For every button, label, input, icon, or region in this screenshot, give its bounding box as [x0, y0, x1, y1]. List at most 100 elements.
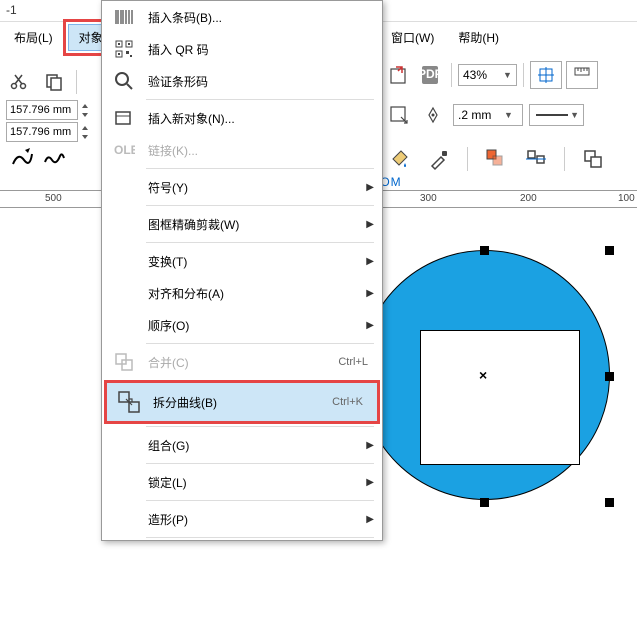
- transparency-icon[interactable]: [482, 145, 510, 173]
- menu-separator: [146, 463, 374, 464]
- menu-separator: [146, 99, 374, 100]
- object-icon: [106, 102, 142, 134]
- menu-powerclip[interactable]: 图框精确剪裁(W) ▶: [102, 208, 382, 240]
- menu-validate-barcode[interactable]: 验证条形码: [102, 65, 382, 97]
- menu-label: 造形(P): [142, 511, 366, 528]
- menu-layout[interactable]: 布局(L): [4, 25, 63, 50]
- menu-insert-qr[interactable]: 插入 QR 码: [102, 33, 382, 65]
- selection-handle[interactable]: [605, 498, 614, 507]
- snap-icon[interactable]: [530, 61, 562, 89]
- menu-separator: [146, 500, 374, 501]
- submenu-arrow-icon: ▶: [366, 320, 374, 331]
- break-apart-icon: [111, 386, 147, 418]
- menu-break-highlight: 拆分曲线(B) Ctrl+K: [104, 380, 380, 424]
- fill-bucket-icon[interactable]: [385, 145, 413, 173]
- menu-shaping[interactable]: 造形(P) ▶: [102, 503, 382, 535]
- coord-x-input[interactable]: [6, 100, 78, 120]
- menu-separator: [146, 343, 374, 344]
- submenu-arrow-icon: ▶: [366, 182, 374, 193]
- menu-symbol[interactable]: 符号(Y) ▶: [102, 171, 382, 203]
- menu-window[interactable]: 窗口(W): [385, 25, 440, 50]
- stroke-width-input[interactable]: [458, 108, 502, 122]
- submenu-arrow-icon: ▶: [366, 477, 374, 488]
- submenu-arrow-icon: ▶: [366, 288, 374, 299]
- selection-handle[interactable]: [480, 246, 489, 255]
- stroke-bar: ▼ ▼: [385, 100, 584, 130]
- divider: [451, 63, 452, 87]
- divider: [523, 63, 524, 87]
- coord-bar: [0, 100, 96, 120]
- document-title: -1: [6, 3, 17, 17]
- submenu-arrow-icon: ▶: [366, 219, 374, 230]
- menu-label: 符号(Y): [142, 179, 366, 196]
- menu-order[interactable]: 顺序(O) ▶: [102, 309, 382, 341]
- menu-align[interactable]: 对齐和分布(A) ▶: [102, 277, 382, 309]
- canvas[interactable]: ×: [385, 210, 635, 625]
- qr-icon: [106, 33, 142, 65]
- selection-center-icon[interactable]: ×: [479, 367, 487, 383]
- coord-y-input[interactable]: [6, 122, 78, 142]
- zoom-combo[interactable]: ▼: [458, 64, 517, 86]
- menu-insert-barcode[interactable]: 插入条码(B)...: [102, 1, 382, 33]
- export-icon[interactable]: [385, 61, 413, 89]
- menu-label: 锁定(L): [142, 474, 366, 491]
- menu-group[interactable]: 组合(G) ▶: [102, 429, 382, 461]
- spinner-down-icon[interactable]: [80, 111, 90, 119]
- ruler-tick: 200: [520, 193, 537, 204]
- spinner-up-icon[interactable]: [80, 102, 90, 110]
- coord-bar-2: [0, 122, 96, 142]
- menu-label: 插入条码(B)...: [142, 9, 374, 26]
- selection-handle[interactable]: [480, 498, 489, 507]
- freehand-icon[interactable]: [40, 144, 68, 172]
- toolbar-left: [0, 62, 85, 102]
- menu-label: 图框精确剪裁(W): [142, 216, 366, 233]
- menu-help[interactable]: 帮助(H): [452, 25, 505, 50]
- pen-nib-icon[interactable]: [419, 101, 447, 129]
- submenu-arrow-icon: ▶: [366, 440, 374, 451]
- selection-handle[interactable]: [605, 246, 614, 255]
- chevron-down-icon[interactable]: ▼: [504, 110, 513, 120]
- menu-label: 合并(C): [142, 354, 338, 371]
- spinner-down-icon[interactable]: [80, 133, 90, 141]
- menu-transform[interactable]: 变换(T) ▶: [102, 245, 382, 277]
- ruler-icon[interactable]: [566, 61, 598, 89]
- menu-separator: [146, 537, 374, 538]
- square-cutout[interactable]: [420, 330, 580, 465]
- menu-lock[interactable]: 锁定(L) ▶: [102, 466, 382, 498]
- menu-links: OLE 链接(K)...: [102, 134, 382, 166]
- chevron-down-icon[interactable]: ▼: [503, 70, 512, 80]
- menu-separator: [146, 426, 374, 427]
- align-icon[interactable]: [522, 145, 550, 173]
- pdf-icon[interactable]: PDF: [417, 61, 445, 89]
- divider: [467, 147, 468, 171]
- menu-insert-new-object[interactable]: 插入新对象(N)...: [102, 102, 382, 134]
- ruler-tick: 500: [45, 193, 62, 204]
- menu-bar-right: 窗口(W) 帮助(H): [385, 22, 505, 52]
- order-icon[interactable]: [579, 145, 607, 173]
- ruler-tick: 100: [618, 193, 635, 204]
- cut-icon[interactable]: [6, 68, 34, 96]
- zoom-input[interactable]: [463, 68, 501, 82]
- object-menu-dropdown: 插入条码(B)... 插入 QR 码 验证条形码 插入新对象(N)... OLE…: [101, 0, 383, 541]
- outline-tool-icon[interactable]: [385, 101, 413, 129]
- magnify-icon: [106, 65, 142, 97]
- menu-break-apart[interactable]: 拆分曲线(B) Ctrl+K: [107, 383, 377, 421]
- ole-icon: OLE: [106, 134, 142, 166]
- menu-label: 拆分曲线(B): [147, 394, 332, 411]
- line-style-combo[interactable]: ▼: [529, 104, 584, 126]
- freehand-smooth-icon[interactable]: [8, 144, 36, 172]
- menu-shortcut: Ctrl+K: [332, 396, 369, 408]
- chevron-down-icon[interactable]: ▼: [570, 110, 579, 120]
- selection-handle[interactable]: [605, 372, 614, 381]
- copy-icon[interactable]: [40, 68, 68, 96]
- tool-palette: [4, 140, 74, 176]
- effects-toolbar: [385, 145, 607, 173]
- menu-separator: [146, 242, 374, 243]
- spinner-up-icon[interactable]: [80, 124, 90, 132]
- eyedropper-icon[interactable]: [425, 145, 453, 173]
- divider: [76, 70, 77, 94]
- stroke-width-combo[interactable]: ▼: [453, 104, 523, 126]
- combine-icon: [106, 346, 142, 378]
- menu-separator: [146, 205, 374, 206]
- menu-label: 顺序(O): [142, 317, 366, 334]
